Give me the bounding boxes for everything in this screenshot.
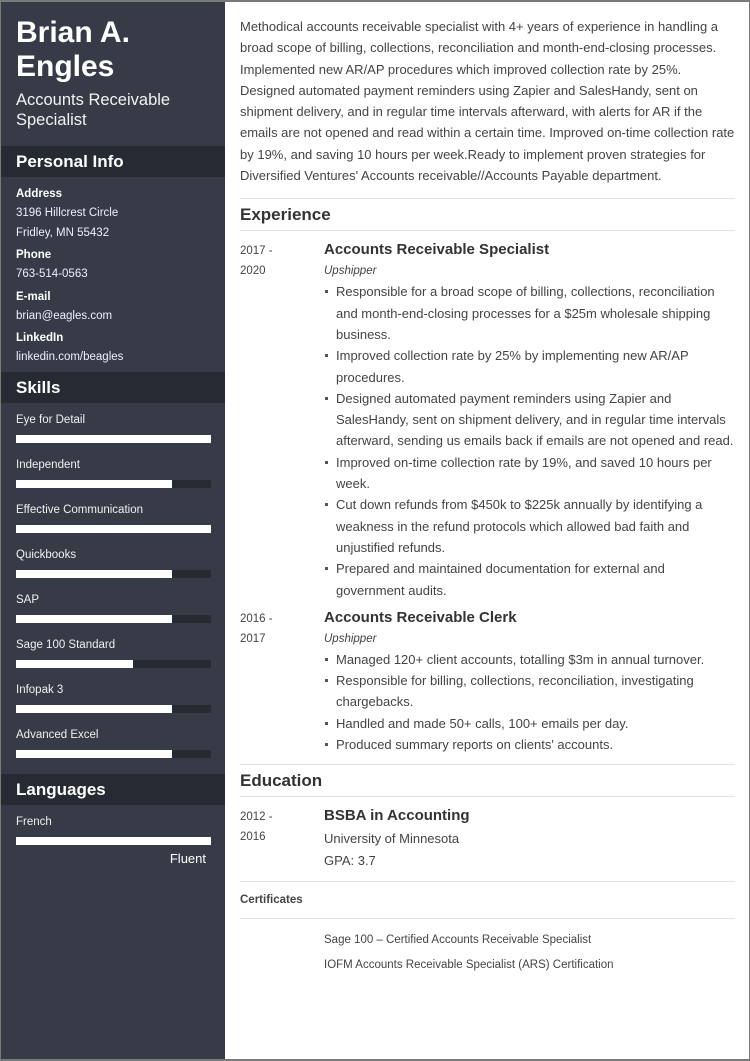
sidebar: Brian A. Engles Accounts Receivable Spec… (1, 2, 225, 1059)
skill-level-bar (16, 434, 211, 443)
language-name: French (16, 815, 52, 828)
experience-list: 2017 - 2020 Accounts Receivable Specialist… (240, 241, 735, 755)
certificate-item: IOFM Accounts Receivable Specialist (ARS… (324, 959, 614, 972)
job-bullet: Handled and made 50+ calls, 100+ emails … (324, 713, 735, 734)
skill-level-fill (16, 659, 133, 668)
gpa: GPA: 3.7 (324, 852, 376, 868)
job-title: Accounts Receivable Specialist (324, 241, 550, 259)
address-line-1: 3196 Hillcrest Circle (16, 207, 119, 219)
job-bullet: Improved collection rate by 25% by imple… (324, 345, 735, 388)
skill-level-fill (16, 524, 211, 533)
job-bullet: Designed automated payment reminders usi… (324, 388, 735, 452)
job-date-start: 2017 - (240, 245, 273, 258)
profile-summary: Methodical accounts receivable specialis… (240, 19, 735, 184)
phone-value: 763-514-0563 (16, 268, 88, 280)
skills-heading: Skills (1, 371, 225, 403)
email-value[interactable]: brian@eagles.com (16, 307, 210, 327)
job-bullet: Managed 120+ client accounts, totalling … (324, 649, 735, 670)
skill-name: Effective Communication (16, 503, 143, 516)
candidate-name: Brian A. Engles (1, 16, 225, 84)
skill-item: Infopak 3 (16, 683, 211, 713)
skill-level-bar (16, 614, 211, 623)
skill-name: Eye for Detail (16, 413, 86, 426)
skill-item: SAP (16, 593, 211, 623)
job-bullet: Cut down refunds from $450k to $225k ann… (324, 494, 735, 558)
education-dates: 2012 - 2016 (240, 807, 324, 871)
job-bullet: Improved on-time collection rate by 19%,… (324, 452, 735, 495)
job-bullet: Responsible for a broad scope of billing… (324, 281, 735, 345)
language-level-fill (16, 836, 211, 845)
skill-name: Quickbooks (16, 548, 77, 561)
education-date-start: 2012 - (240, 811, 273, 824)
address-label: Address (16, 188, 63, 200)
address-line-2: Fridley, MN 55432 (16, 226, 110, 239)
job-title: Accounts Receivable Clerk (324, 608, 517, 626)
job-dates: 2016 - 2017 (240, 609, 324, 755)
job-bullets: Managed 120+ client accounts, totalling … (324, 649, 735, 755)
job-dates: 2017 - 2020 (240, 241, 324, 600)
certificates-list: Sage 100 – Certified Accounts Receivable… (240, 928, 735, 978)
skill-level-bar (16, 749, 211, 758)
education-heading: Education (240, 764, 735, 798)
job-bullet: Responsible for billing, collections, re… (324, 670, 735, 713)
resume-page: Brian A. Engles Accounts Receivable Spec… (0, 0, 750, 1061)
skill-item: Eye for Detail (16, 413, 211, 443)
linkedin-label: LinkedIn (16, 332, 64, 344)
skill-level-fill (16, 704, 172, 713)
name-line-1: Brian A. (16, 16, 130, 49)
skill-name: Sage 100 Standard (16, 638, 116, 651)
skill-name: Infopak 3 (16, 683, 64, 696)
email-label: E-mail (16, 290, 51, 303)
skill-item: Quickbooks (16, 548, 211, 578)
job-bullet: Prepared and maintained documentation fo… (324, 558, 735, 601)
skill-name: Independent (16, 458, 80, 471)
job-title: Accounts Receivable Specialist (16, 91, 171, 129)
skill-level-fill (16, 614, 172, 623)
job-entry: 2016 - 2017 Accounts Receivable Clerk Upshi… (240, 609, 735, 755)
language-level-label: Fluent (169, 850, 206, 866)
skills-list: Eye for Detail Independent Effective Commu… (1, 403, 225, 774)
main-content: Methodical accounts receivable specialis… (225, 2, 749, 1059)
skill-level-fill (16, 749, 172, 758)
skill-item: Independent (16, 458, 211, 488)
skill-level-bar (16, 479, 211, 488)
skill-level-fill (16, 569, 172, 578)
company-name: Upshipper (324, 632, 377, 645)
skill-name: Advanced Excel (16, 728, 99, 741)
skill-name: SAP (16, 593, 40, 606)
languages-heading: Languages (1, 773, 225, 805)
linkedin-value[interactable]: linkedin.com/beagles (16, 348, 210, 368)
skill-item: Advanced Excel (16, 728, 211, 758)
job-date-start: 2016 - (240, 612, 273, 625)
skill-level-bar (16, 704, 211, 713)
company-name: Upshipper (324, 265, 377, 278)
languages-list: French Fluent (1, 805, 225, 867)
skill-item: Effective Communication (16, 503, 211, 533)
name-line-2: Engles (16, 50, 115, 83)
skill-level-fill (16, 434, 211, 443)
degree: BSBA in Accounting (324, 807, 470, 825)
personal-info-heading: Personal Info (1, 146, 225, 177)
skill-level-bar (16, 569, 211, 578)
certificates-heading: Certificates (240, 881, 735, 920)
education-date-end: 2016 (240, 831, 266, 844)
certificate-item: Sage 100 – Certified Accounts Receivable… (324, 934, 592, 947)
language-level-bar (16, 836, 211, 845)
school: University of Minnesota (324, 831, 460, 847)
phone-label: Phone (16, 249, 52, 261)
personal-info-list: Address 3196 Hillcrest Circle Fridley, M… (1, 177, 225, 372)
job-bullet: Produced summary reports on clients' acc… (324, 734, 735, 755)
job-date-end: 2020 (240, 265, 266, 278)
skill-level-bar (16, 659, 211, 668)
job-date-end: 2017 (240, 632, 266, 645)
job-entry: 2017 - 2020 Accounts Receivable Specialist… (240, 241, 735, 600)
education-entry: 2012 - 2016 BSBA in Accounting Universit… (240, 807, 735, 871)
skill-level-fill (16, 479, 172, 488)
job-bullets: Responsible for a broad scope of billing… (324, 281, 735, 600)
experience-heading: Experience (240, 198, 735, 232)
skill-level-bar (16, 524, 211, 533)
skill-item: Sage 100 Standard (16, 638, 211, 668)
